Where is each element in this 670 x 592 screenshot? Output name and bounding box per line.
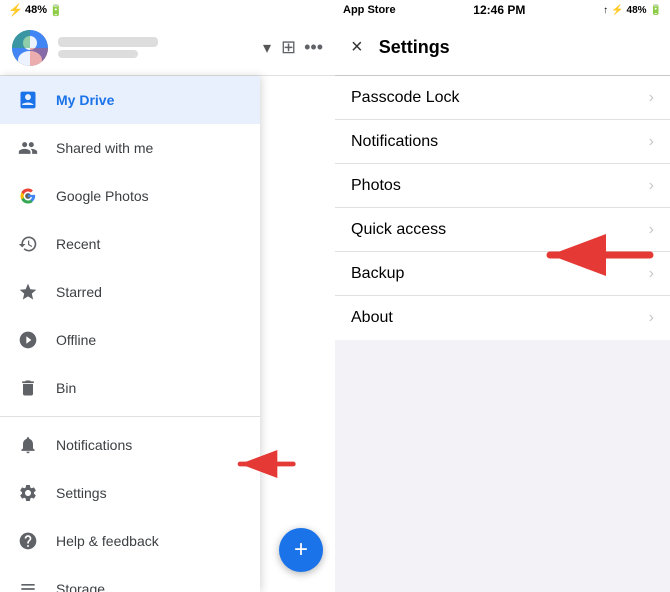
drive-user-name	[58, 37, 158, 47]
sidebar-label-storage: Storage	[56, 581, 105, 592]
fab-button[interactable]: +	[279, 528, 323, 572]
offline-icon	[16, 328, 40, 352]
google-photos-icon	[16, 184, 40, 208]
battery-right-icon: 🔋	[650, 5, 662, 16]
sidebar-label-settings: Settings	[56, 485, 107, 501]
right-status-bar: App Store 12:46 PM ↑ ⚡ 48% 🔋	[335, 0, 670, 20]
quick-access-label: Quick access	[351, 221, 446, 239]
help-icon	[16, 529, 40, 553]
grid-icon[interactable]: ⊞	[281, 37, 296, 58]
sidebar-item-starred[interactable]: Starred	[0, 268, 260, 316]
sidebar-label-recent: Recent	[56, 236, 100, 252]
starred-icon	[16, 280, 40, 304]
notifications-chevron-icon: ›	[649, 133, 654, 151]
sidebar-label-bin: Bin	[56, 380, 76, 396]
sidebar-label-offline: Offline	[56, 332, 96, 348]
about-label: About	[351, 309, 393, 327]
settings-title: Settings	[379, 37, 450, 58]
left-panel: ⚡ 48% 🔋 ▾ ⊞ •••	[0, 0, 335, 592]
settings-header: × Settings	[335, 20, 670, 76]
sidebar: My Drive Shared with me Google Photos Re…	[0, 76, 260, 592]
sidebar-label-my-drive: My Drive	[56, 92, 114, 108]
sidebar-label-starred: Starred	[56, 284, 102, 300]
settings-item-notifications[interactable]: Notifications ›	[335, 120, 670, 164]
notifications-icon	[16, 433, 40, 457]
close-button[interactable]: ×	[351, 36, 363, 59]
time-display: 12:46 PM	[473, 3, 525, 17]
recent-icon	[16, 232, 40, 256]
sidebar-item-bin[interactable]: Bin	[0, 364, 260, 412]
settings-list: Passcode Lock › Notifications › Photos ›…	[335, 76, 670, 340]
my-drive-icon	[16, 88, 40, 112]
settings-item-about[interactable]: About ›	[335, 296, 670, 340]
bluetooth-right-icon: ⚡	[611, 5, 623, 16]
storage-icon	[16, 577, 40, 592]
battery-right: 48%	[627, 5, 647, 16]
backup-label: Backup	[351, 265, 404, 283]
battery-icon-left: 🔋	[49, 4, 63, 17]
red-arrow-backup	[530, 230, 660, 280]
sidebar-item-storage[interactable]: Storage	[0, 565, 260, 592]
passcode-chevron-icon: ›	[649, 89, 654, 107]
sidebar-item-help[interactable]: Help & feedback	[0, 517, 260, 565]
sidebar-label-help: Help & feedback	[56, 533, 159, 549]
sidebar-label-notifications: Notifications	[56, 437, 132, 453]
shared-with-me-icon	[16, 136, 40, 160]
right-panel: App Store 12:46 PM ↑ ⚡ 48% 🔋 × Settings …	[335, 0, 670, 592]
battery-left: 48%	[25, 4, 47, 16]
settings-item-passcode-lock[interactable]: Passcode Lock ›	[335, 76, 670, 120]
photos-label: Photos	[351, 177, 401, 195]
app-store-label: App Store	[343, 4, 396, 16]
sidebar-item-recent[interactable]: Recent	[0, 220, 260, 268]
more-icon[interactable]: •••	[304, 37, 323, 58]
drive-user-sub	[58, 50, 138, 58]
about-chevron-icon: ›	[649, 309, 654, 327]
sidebar-label-shared: Shared with me	[56, 140, 153, 156]
notifications-label: Notifications	[351, 133, 438, 151]
sidebar-item-shared-with-me[interactable]: Shared with me	[0, 124, 260, 172]
settings-item-photos[interactable]: Photos ›	[335, 164, 670, 208]
chevron-down-icon[interactable]: ▾	[263, 38, 271, 58]
main-container: ⚡ 48% 🔋 ▾ ⊞ •••	[0, 0, 670, 592]
red-arrow-settings	[220, 444, 300, 484]
avatar[interactable]	[12, 30, 48, 66]
passcode-lock-label: Passcode Lock	[351, 89, 460, 107]
bluetooth-icon: ⚡	[8, 3, 23, 17]
sidebar-item-google-photos[interactable]: Google Photos	[0, 172, 260, 220]
location-icon: ↑	[603, 5, 608, 16]
bin-icon	[16, 376, 40, 400]
sidebar-label-google-photos: Google Photos	[56, 188, 149, 204]
photos-chevron-icon: ›	[649, 177, 654, 195]
sidebar-item-my-drive[interactable]: My Drive	[0, 76, 260, 124]
settings-icon	[16, 481, 40, 505]
status-icons: ↑ ⚡ 48% 🔋	[603, 5, 662, 16]
drive-header-icons: ⊞ •••	[281, 37, 323, 58]
drive-header: ▾ ⊞ •••	[0, 20, 335, 76]
drive-title-area	[58, 37, 253, 58]
left-status-bar: ⚡ 48% 🔋	[0, 0, 335, 20]
sidebar-item-offline[interactable]: Offline	[0, 316, 260, 364]
